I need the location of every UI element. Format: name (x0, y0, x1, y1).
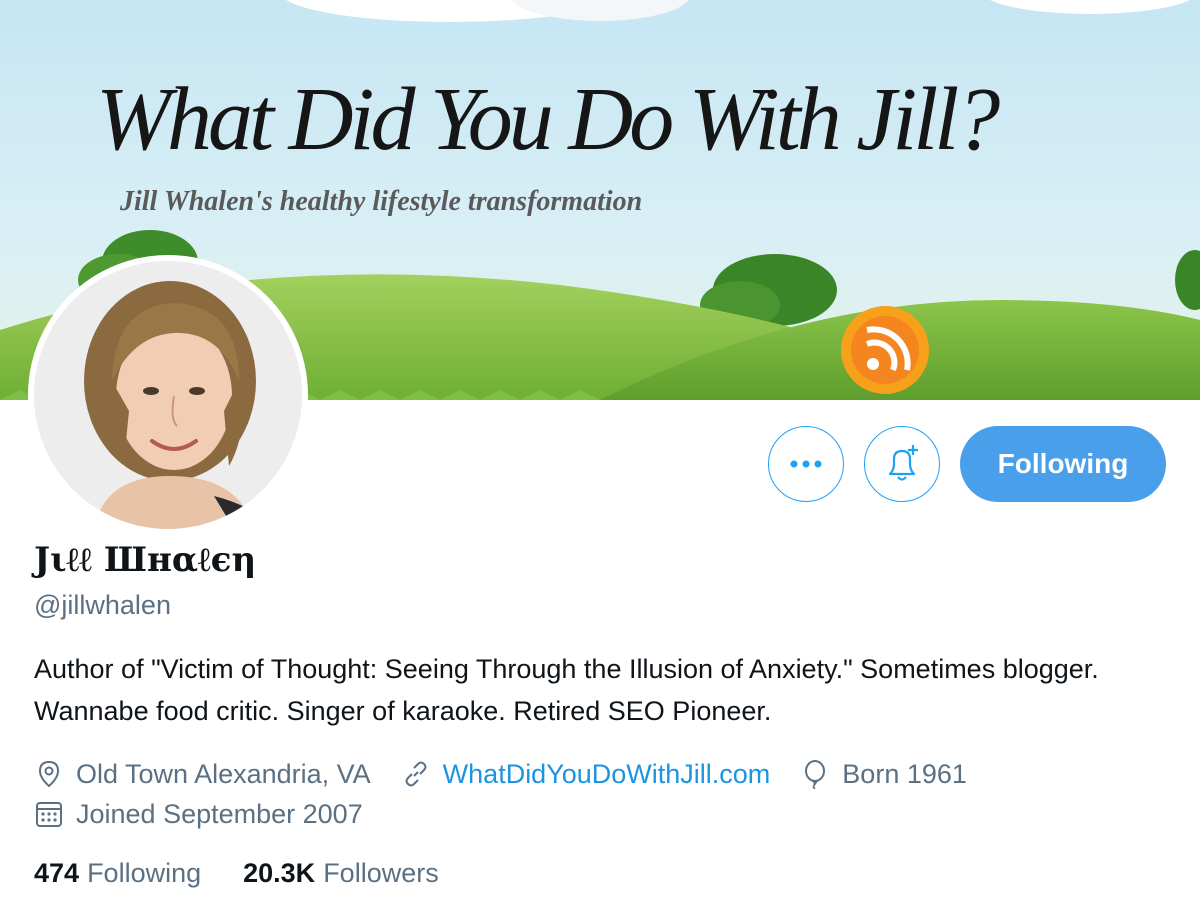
joined-text: Joined September 2007 (76, 798, 363, 829)
banner-tagline: Jill Whalen's healthy lifestyle transfor… (120, 186, 643, 217)
joined-item: Joined September 2007 (34, 799, 363, 830)
birth-text: Born 1961 (842, 758, 967, 789)
balloon-icon (805, 760, 826, 789)
follow-stats: 474 Following 20.3K Followers (34, 858, 481, 889)
following-stat[interactable]: 474 Following (34, 858, 201, 889)
following-label: Following (87, 858, 202, 888)
avatar[interactable] (28, 255, 308, 535)
profile-photo (34, 261, 302, 529)
rss-icon (841, 306, 929, 394)
bell-plus-icon (888, 445, 918, 481)
location-text: Old Town Alexandria, VA (76, 758, 371, 789)
user-handle: @jillwhalen (34, 590, 171, 620)
following-button[interactable]: Following (960, 426, 1166, 502)
website-item[interactable]: WhatDidYouDoWithJill.com (401, 759, 771, 790)
birth-item: Born 1961 (800, 759, 967, 790)
calendar-icon (36, 802, 62, 827)
display-name: Jιℓℓ Шнαℓєη (34, 540, 257, 580)
more-dots-icon (790, 460, 822, 468)
location-pin-icon (38, 760, 60, 788)
location-item: Old Town Alexandria, VA (34, 759, 371, 790)
following-count: 474 (34, 858, 80, 888)
followers-stat[interactable]: 20.3K Followers (243, 858, 439, 889)
website-link[interactable]: WhatDidYouDoWithJill.com (443, 759, 771, 790)
profile-meta-row: Old Town Alexandria, VA WhatDidYouDoWith… (34, 754, 997, 794)
followers-count: 20.3K (243, 858, 316, 888)
followers-label: Followers (323, 858, 439, 888)
link-icon (405, 761, 427, 787)
profile-bio: Author of "Victim of Thought: Seeing Thr… (34, 654, 1099, 726)
notifications-button[interactable] (864, 426, 940, 502)
more-options-button[interactable] (768, 426, 844, 502)
profile-meta-row-joined: Joined September 2007 (34, 794, 393, 834)
banner-title: What Did You Do With Jill? (96, 70, 1000, 169)
